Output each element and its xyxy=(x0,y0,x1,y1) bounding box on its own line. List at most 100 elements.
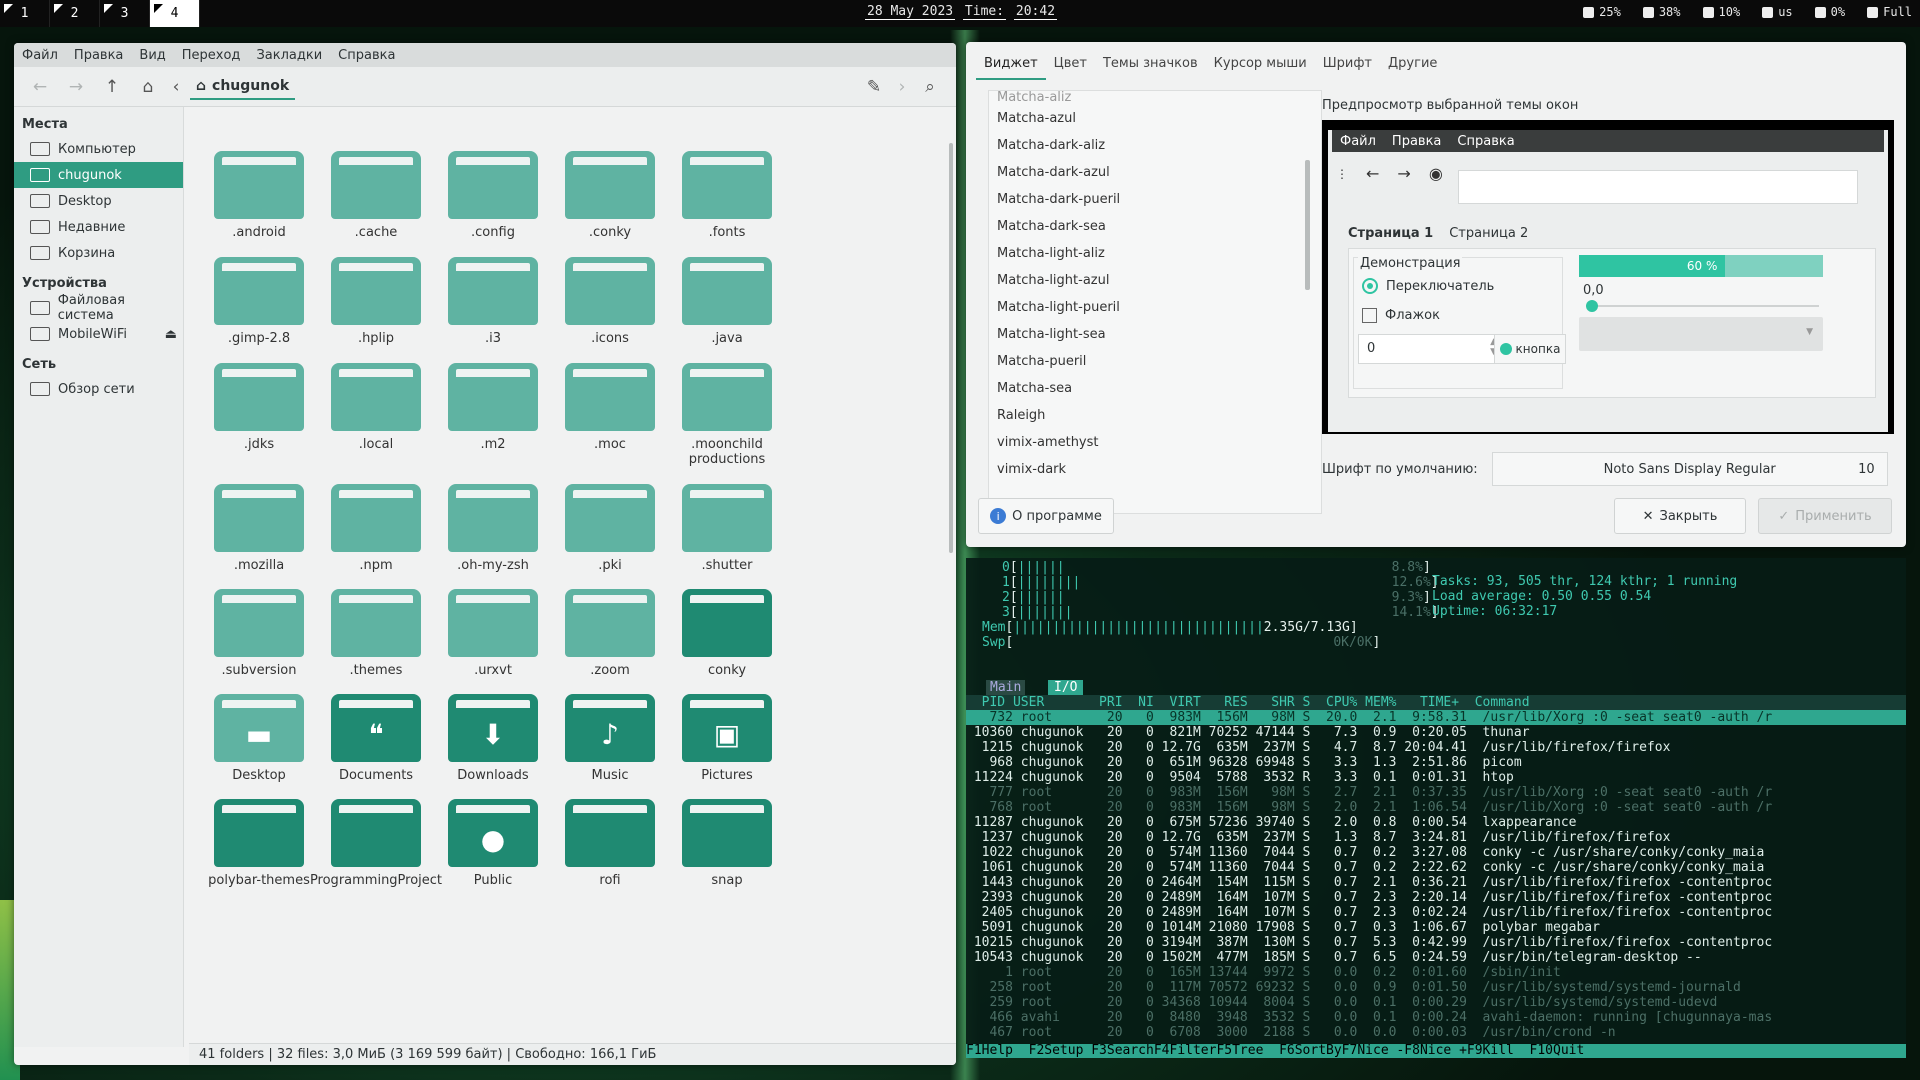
tab-5[interactable]: Другие xyxy=(1380,52,1445,80)
folder-item[interactable]: ▣ Pictures xyxy=(657,690,797,783)
preview-menu-item[interactable]: Правка xyxy=(1392,134,1441,149)
menu-item[interactable]: Закладки xyxy=(256,48,322,63)
table-row[interactable]: 768 root 20 0 983M 156M 98M S 2.0 2.1 1:… xyxy=(966,800,1906,815)
back-icon[interactable]: ← xyxy=(1366,164,1379,183)
folder-item[interactable]: .moonchild productions xyxy=(657,359,797,467)
search-icon[interactable]: ⌕ xyxy=(912,72,948,102)
radio-icon[interactable] xyxy=(1362,278,1378,294)
table-row[interactable]: 5091 chugunok 20 0 1014M 21080 17908 S 0… xyxy=(966,920,1906,935)
up-icon[interactable]: ↑ xyxy=(94,72,130,102)
menu-item[interactable]: Переход xyxy=(182,48,241,63)
table-row[interactable]: 466 avahi 20 0 8480 3948 3532 S 0.0 0.1 … xyxy=(966,1010,1906,1025)
edit-path-icon[interactable]: ✎ xyxy=(856,72,892,102)
theme-item[interactable]: Matcha-light-pueril xyxy=(989,294,1321,321)
combo-box[interactable]: ▼ xyxy=(1579,317,1823,351)
theme-item[interactable]: Matcha-light-azul xyxy=(989,267,1321,294)
sidebar-item[interactable]: Компьютер xyxy=(14,136,183,162)
sidebar-item[interactable]: Desktop xyxy=(14,188,183,214)
demo-button[interactable]: кнопка xyxy=(1494,334,1566,364)
theme-item[interactable]: Matcha-sea xyxy=(989,375,1321,402)
theme-item[interactable]: Matcha-light-aliz xyxy=(989,240,1321,267)
slider-handle[interactable] xyxy=(1586,300,1598,312)
preview-entry[interactable] xyxy=(1458,170,1858,204)
table-row[interactable]: 1022 chugunok 20 0 574M 11360 7044 S 0.7… xyxy=(966,845,1906,860)
table-row[interactable]: 10360 chugunok 20 0 821M 70252 47144 S 7… xyxy=(966,725,1906,740)
tab-page-2[interactable]: Страница 2 xyxy=(1449,226,1528,241)
chevron-right-icon[interactable]: › xyxy=(892,72,912,102)
table-header[interactable]: PID USER PRI NI VIRT RES SHR S CPU% MEM%… xyxy=(966,695,1906,710)
table-row[interactable]: 777 root 20 0 983M 156M 98M S 2.7 2.1 0:… xyxy=(966,785,1906,800)
tab-io[interactable]: I/O xyxy=(1048,680,1084,695)
checkbox-icon[interactable] xyxy=(1362,308,1377,323)
theme-item[interactable]: vimix-dark xyxy=(989,456,1321,483)
menu-item[interactable]: Правка xyxy=(74,48,123,63)
folder-item[interactable]: .shutter xyxy=(657,480,797,573)
theme-item[interactable]: Matcha-dark-pueril xyxy=(989,186,1321,213)
table-row[interactable]: 2393 chugunok 20 0 2489M 164M 107M S 0.7… xyxy=(966,890,1906,905)
font-button[interactable]: Noto Sans Display Regular 10 xyxy=(1491,452,1888,486)
menu-item[interactable]: Справка xyxy=(338,48,395,63)
tab-page-1[interactable]: Страница 1 xyxy=(1348,226,1433,241)
folder-item[interactable]: snap xyxy=(657,795,797,888)
theme-item[interactable]: Matcha-dark-aliz xyxy=(989,132,1321,159)
table-row[interactable]: 1061 chugunok 20 0 574M 11360 7044 S 0.7… xyxy=(966,860,1906,875)
path-button[interactable]: ⌂ chugunok xyxy=(190,74,296,100)
table-row[interactable]: 10215 chugunok 20 0 3194M 387M 130M S 0.… xyxy=(966,935,1906,950)
back-icon[interactable]: ← xyxy=(22,72,58,102)
sidebar-item[interactable]: MobileWiFi ⏏ xyxy=(14,321,183,347)
table-row[interactable]: 1237 chugunok 20 0 12.7G 635M 237M S 1.3… xyxy=(966,830,1906,845)
table-row[interactable]: 1 root 20 0 165M 13744 9972 S 0.0 0.2 0:… xyxy=(966,965,1906,980)
about-button[interactable]: i О программе xyxy=(978,498,1114,534)
sidebar-item[interactable]: Корзина xyxy=(14,240,183,266)
theme-item[interactable]: Matcha-light-sea xyxy=(989,321,1321,348)
table-row[interactable]: 11287 chugunok 20 0 675M 57236 39740 S 2… xyxy=(966,815,1906,830)
radio-row[interactable]: Переключатель xyxy=(1362,278,1494,294)
apply-button[interactable]: ✓ Применить xyxy=(1758,498,1892,534)
table-row[interactable]: 259 root 20 0 34368 10944 8004 S 0.0 0.1… xyxy=(966,995,1906,1010)
scrollbar[interactable] xyxy=(949,143,953,553)
slider-track[interactable] xyxy=(1586,300,1819,312)
theme-item[interactable]: Raleigh xyxy=(989,402,1321,429)
table-row[interactable]: 968 chugunok 20 0 651M 96328 69948 S 3.3… xyxy=(966,755,1906,770)
function-keys[interactable]: F1Help F2Setup F3SearchF4FilterF5Tree F6… xyxy=(966,1044,1906,1058)
table-row[interactable]: 2405 chugunok 20 0 2489M 164M 107M S 0.7… xyxy=(966,905,1906,920)
menu-item[interactable]: Файл xyxy=(22,48,58,63)
theme-item[interactable]: Matcha-dark-azul xyxy=(989,159,1321,186)
preview-menu-item[interactable]: Файл xyxy=(1340,134,1376,149)
home-icon[interactable]: ⌂ xyxy=(130,72,166,102)
theme-item[interactable]: Matcha-pueril xyxy=(989,348,1321,375)
menu-item[interactable]: Вид xyxy=(139,48,165,63)
folder-item[interactable]: .java xyxy=(657,253,797,346)
table-row[interactable]: 10543 chugunok 20 0 1502M 477M 185M S 0.… xyxy=(966,950,1906,965)
tab-3[interactable]: Курсор мыши xyxy=(1206,52,1315,80)
table-row[interactable]: 467 root 20 0 6708 3000 2188 S 0.0 0.0 0… xyxy=(966,1025,1906,1040)
checkbox-row[interactable]: Флажок xyxy=(1362,308,1440,323)
theme-item[interactable]: Matcha-aliz xyxy=(989,91,1321,105)
table-row[interactable]: 11224 chugunok 20 0 9504 5788 3532 R 3.3… xyxy=(966,770,1906,785)
spin-button[interactable]: 0▲▼ xyxy=(1358,334,1502,364)
table-row[interactable]: 732 root 20 0 983M 156M 98M S 20.0 2.1 9… xyxy=(966,710,1906,725)
table-row[interactable]: 1215 chugunok 20 0 12.7G 635M 237M S 4.7… xyxy=(966,740,1906,755)
table-row[interactable]: 258 root 20 0 117M 70572 69232 S 0.0 0.9… xyxy=(966,980,1906,995)
table-row[interactable]: 1443 chugunok 20 0 2464M 154M 115M S 0.7… xyxy=(966,875,1906,890)
folder-item[interactable]: .fonts xyxy=(657,147,797,240)
tab-2[interactable]: Темы значков xyxy=(1095,52,1206,80)
workspace-4[interactable]: 4 xyxy=(150,0,200,27)
record-icon[interactable]: ◉ xyxy=(1429,164,1443,183)
sidebar-item[interactable]: Недавние xyxy=(14,214,183,240)
preview-menu-item[interactable]: Справка xyxy=(1457,134,1514,149)
theme-item[interactable]: Matcha-azul xyxy=(989,105,1321,132)
sidebar-item[interactable]: chugunok xyxy=(14,162,183,188)
sidebar-item[interactable]: Обзор сети xyxy=(14,376,183,402)
sidebar-item[interactable]: Файловая система xyxy=(14,293,183,323)
tab-4[interactable]: Шрифт xyxy=(1315,52,1380,80)
close-button[interactable]: ✕ Закрыть xyxy=(1614,498,1746,534)
workspace-3[interactable]: 3 xyxy=(100,0,150,27)
tab-main[interactable]: Main xyxy=(986,680,1026,695)
theme-item[interactable]: vimix-amethyst xyxy=(989,429,1321,456)
tab-1[interactable]: Цвет xyxy=(1046,52,1095,80)
tab-0[interactable]: Виджет xyxy=(976,52,1046,80)
workspace-1[interactable]: 1 xyxy=(0,0,50,27)
eject-icon[interactable]: ⏏ xyxy=(165,327,177,342)
workspace-2[interactable]: 2 xyxy=(50,0,100,27)
